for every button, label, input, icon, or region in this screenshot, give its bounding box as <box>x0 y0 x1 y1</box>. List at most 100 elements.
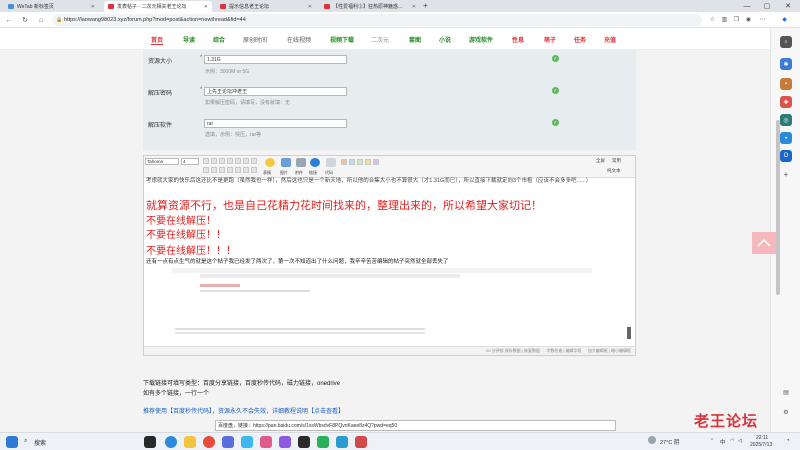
app-icon[interactable] <box>241 436 253 448</box>
nav-sex-info[interactable]: 性息 <box>512 35 524 44</box>
file-explorer-icon[interactable] <box>184 436 196 448</box>
taskbar-search[interactable]: 搜索 <box>34 438 46 447</box>
nav-home[interactable]: 首页 <box>151 35 164 45</box>
recommend-link[interactable]: 推荐使用【百度秒传代码】，资源永久不会失效，详细教程说明【点击查看】 <box>143 406 344 415</box>
tab-info[interactable]: 提示信息老王论坛 ✕ <box>216 1 316 12</box>
terminal-icon[interactable] <box>298 436 310 448</box>
nav-general[interactable]: 综合 <box>213 35 225 44</box>
nav-anime[interactable]: 二次元 <box>371 35 389 44</box>
nav-novels[interactable]: 小说 <box>439 35 451 44</box>
size-input[interactable]: 1.31G <box>204 55 347 64</box>
office-icon[interactable]: ◒ <box>780 132 792 144</box>
bold-icon[interactable] <box>203 158 209 164</box>
emoji-icon[interactable] <box>265 158 275 167</box>
wechat-icon[interactable] <box>317 436 329 448</box>
font-size-select[interactable]: 4 <box>181 158 199 165</box>
copilot-icon[interactable]: ◆ <box>780 15 789 24</box>
new-tab-button[interactable]: + <box>423 1 428 10</box>
table-icon[interactable] <box>243 167 249 173</box>
search-icon[interactable]: ⌕ <box>780 36 792 48</box>
audio-icon[interactable] <box>373 159 379 165</box>
hr-icon[interactable] <box>251 167 257 173</box>
collapse-icon[interactable]: ▤ <box>780 386 792 398</box>
indent-icon[interactable] <box>211 167 217 173</box>
favorites-icon[interactable]: ☆ <box>708 15 717 24</box>
input-language[interactable]: 中 <box>720 438 726 446</box>
nav-tasks[interactable]: 任务 <box>574 35 586 44</box>
wifi-icon[interactable]: ◠ <box>730 438 734 444</box>
address-bar[interactable]: 🔒 https://laowang98023.xyz/forum.php?mod… <box>52 14 702 26</box>
link-icon[interactable] <box>227 167 233 173</box>
italic-icon[interactable] <box>211 158 217 164</box>
close-tab-icon[interactable]: ✕ <box>204 4 208 10</box>
align-left-icon[interactable] <box>235 158 241 164</box>
settings-icon[interactable]: ⚙ <box>780 406 792 418</box>
back-to-top-button[interactable] <box>752 232 776 254</box>
close-window-button[interactable]: ✕ <box>778 0 798 12</box>
app-icon[interactable] <box>222 436 234 448</box>
profile-icon[interactable]: ◉ <box>744 15 753 24</box>
app-icon[interactable] <box>279 436 291 448</box>
nav-guide[interactable]: 导读 <box>183 35 195 44</box>
weather-text[interactable]: 27°C 阴 <box>660 438 679 446</box>
quote-icon[interactable] <box>341 159 347 165</box>
fullscreen-button[interactable]: 全屏 <box>596 158 605 164</box>
common-button[interactable]: 常用 <box>612 158 621 164</box>
link-insert-icon[interactable] <box>310 158 320 167</box>
outlook-icon[interactable]: O <box>780 150 792 162</box>
download-link-input[interactable]: 百度盘，链接：https://pan.baidu.com/s/1xsWbsdvF… <box>215 420 616 431</box>
font-family-select[interactable]: Tahoma <box>145 158 179 165</box>
code-icon[interactable] <box>326 158 336 167</box>
tab-wetab[interactable]: WeTab 新标签页 ✕ <box>4 1 99 12</box>
close-tab-icon[interactable]: ✕ <box>308 4 312 10</box>
flash-icon[interactable] <box>365 159 371 165</box>
app-icon[interactable] <box>355 436 367 448</box>
tab-welfare[interactable]: 【性爱福利②】狂热原神魅惑... ✕ <box>320 1 420 12</box>
free-icon[interactable] <box>349 159 355 165</box>
font-color-icon[interactable] <box>227 158 233 164</box>
password-input[interactable]: 上先王论坛冲老王 <box>204 87 347 96</box>
shopping-icon[interactable]: ▪ <box>780 78 792 90</box>
nav-online-video[interactable]: 在线视频 <box>287 35 311 44</box>
notification-icon[interactable]: ◔ <box>786 438 790 444</box>
underline-icon[interactable] <box>219 158 225 164</box>
clock-date[interactable]: 2025/7/13 <box>750 442 772 448</box>
app-icon[interactable] <box>260 436 272 448</box>
nav-games-software[interactable]: 游戏软件 <box>469 35 493 44</box>
discover-icon[interactable]: ✱ <box>780 58 792 70</box>
nav-recharge[interactable]: 充值 <box>604 35 616 44</box>
tab-post-thread[interactable]: 发表帖子 - 二次元相关老王论坛 ✕ <box>104 1 212 12</box>
tools-icon[interactable]: ✚ <box>780 96 792 108</box>
task-view-icon[interactable] <box>144 436 156 448</box>
nav-photo-sets[interactable]: 套图 <box>409 35 421 44</box>
page-scrollbar[interactable] <box>776 120 780 295</box>
refresh-button[interactable]: ↻ <box>20 15 30 25</box>
nav-original-time[interactable]: 原创时间 <box>243 35 267 44</box>
split-screen-icon[interactable]: ▥ <box>720 15 729 24</box>
chrome-icon[interactable] <box>203 436 215 448</box>
edge-icon[interactable] <box>165 436 177 448</box>
app-icon[interactable] <box>336 436 348 448</box>
close-tab-icon[interactable]: ✕ <box>91 4 95 10</box>
align-center-icon[interactable] <box>243 158 249 164</box>
tray-arrow-icon[interactable]: ⌃ <box>710 438 714 444</box>
windows-start-icon[interactable] <box>6 436 18 448</box>
attachment-icon[interactable] <box>296 158 306 167</box>
more-menu-icon[interactable]: ⋯ <box>758 15 767 24</box>
unlink-icon[interactable] <box>235 167 241 173</box>
align-right-icon[interactable] <box>251 158 257 164</box>
nav-video-download[interactable]: 视频下载 <box>330 35 354 44</box>
games-icon[interactable]: ◎ <box>780 114 792 126</box>
plain-text-button[interactable]: 纯文本 <box>607 168 621 174</box>
maximize-button[interactable]: ▢ <box>757 0 777 12</box>
outdent-icon[interactable] <box>219 167 225 173</box>
close-tab-icon[interactable]: ✕ <box>412 4 416 10</box>
add-icon[interactable]: + <box>780 168 792 180</box>
editor-scrollbar[interactable] <box>627 327 631 339</box>
image-icon[interactable] <box>281 158 291 167</box>
clock-time[interactable]: 22:11 <box>756 435 768 441</box>
collections-icon[interactable]: ❐ <box>732 15 741 24</box>
volume-icon[interactable]: ◁ <box>738 438 742 444</box>
taskbar-search-icon[interactable]: ⌕ <box>24 438 27 445</box>
home-button[interactable]: ⌂ <box>36 15 46 25</box>
